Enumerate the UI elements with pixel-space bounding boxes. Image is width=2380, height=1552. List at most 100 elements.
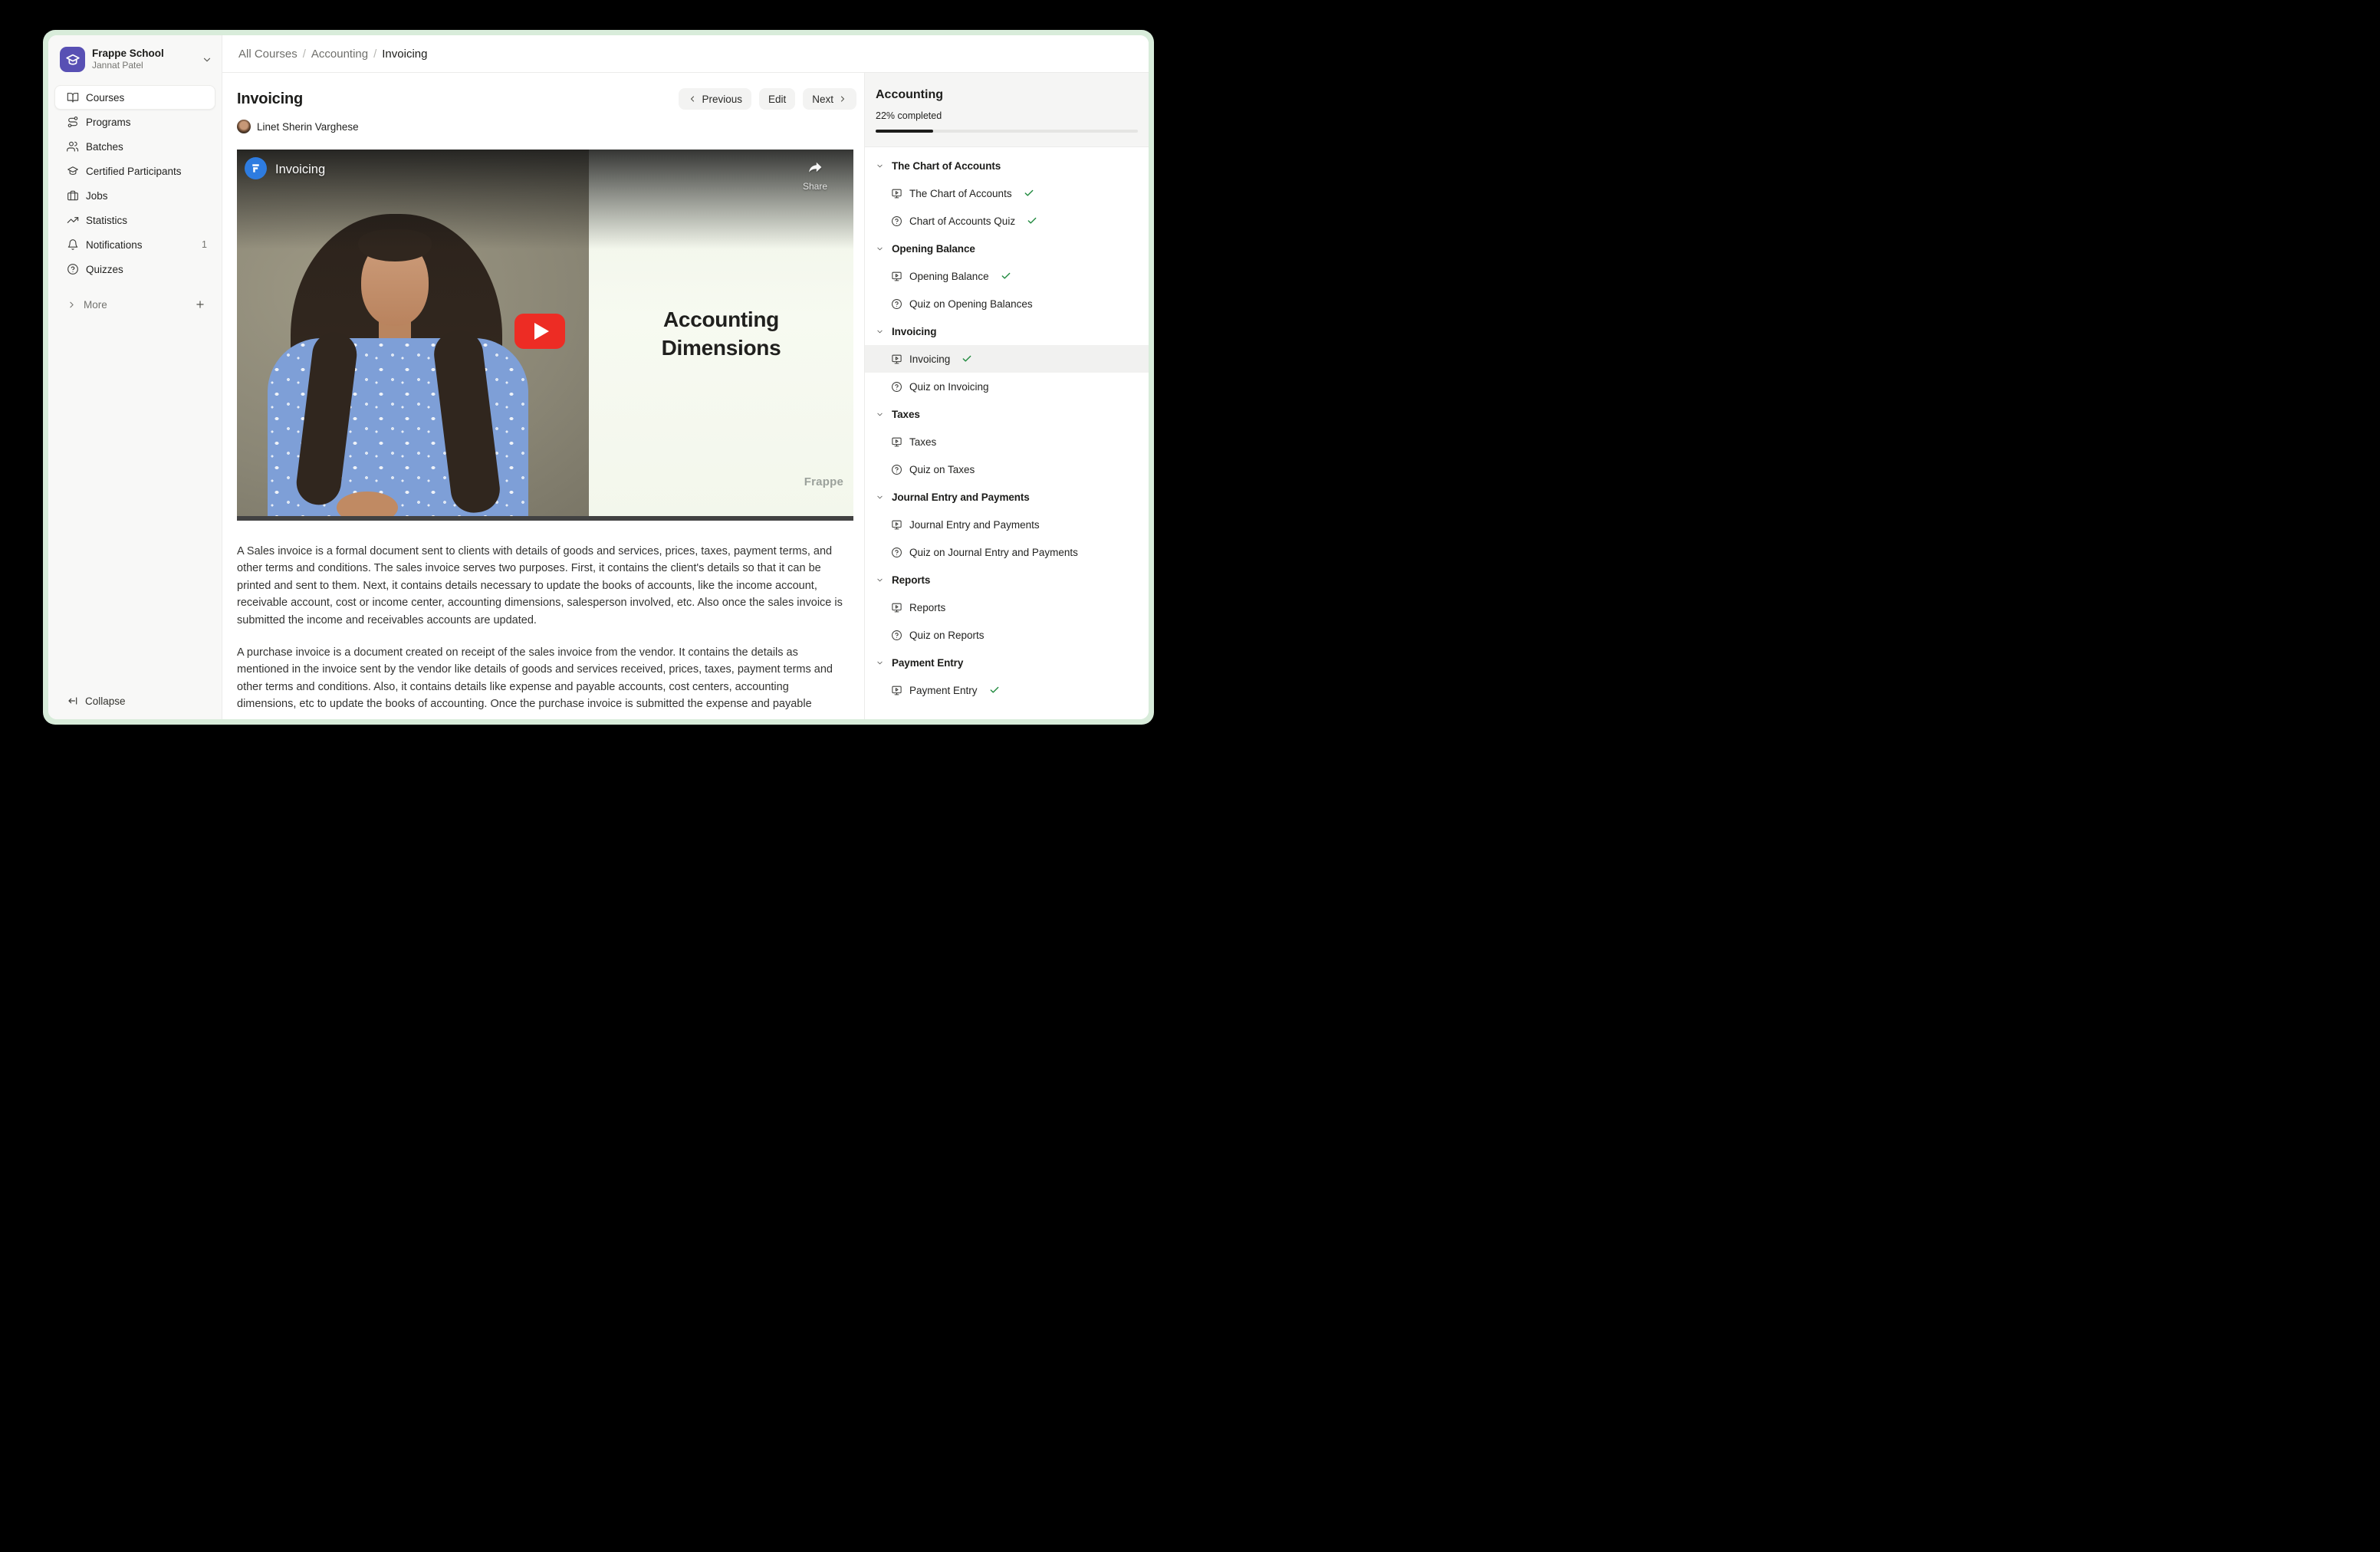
sidebar-item-label: Courses: [86, 92, 124, 104]
users-icon: [67, 140, 79, 153]
lavalier-mic: [415, 346, 419, 354]
next-label: Next: [812, 94, 833, 105]
lesson-opening-balance[interactable]: Opening Balance: [865, 262, 1149, 290]
chapter-opening-balance[interactable]: Opening Balance: [865, 235, 1149, 262]
quiz-quiz-on-taxes[interactable]: Quiz on Taxes: [865, 455, 1149, 483]
video-overlay-title[interactable]: Invoicing: [275, 163, 325, 177]
bell-icon: [67, 238, 79, 251]
quiz-quiz-on-opening-balances[interactable]: Quiz on Opening Balances: [865, 290, 1149, 317]
monitor-play-icon: [891, 271, 902, 282]
content-column: All Courses / Accounting / Invoicing Inv…: [222, 35, 1149, 719]
quiz-quiz-on-invoicing[interactable]: Quiz on Invoicing: [865, 373, 1149, 400]
video-top-gradient: [237, 150, 853, 249]
check-icon: [1001, 271, 1011, 281]
sidebar-item-label: Quizzes: [86, 264, 123, 275]
sidebar-item-more[interactable]: More: [54, 292, 215, 317]
quiz-quiz-on-reports[interactable]: Quiz on Reports: [865, 621, 1149, 649]
author-avatar: [237, 120, 251, 133]
notification-count-badge: 1: [202, 239, 207, 250]
lesson-main: Invoicing Previous Edit: [222, 73, 864, 719]
breadcrumb-separator: /: [373, 48, 376, 61]
lesson-body-text: A Sales invoice is a formal document sen…: [237, 543, 856, 713]
chevron-down-icon: [876, 576, 884, 584]
previous-button[interactable]: Previous: [679, 88, 751, 110]
chapter-taxes[interactable]: Taxes: [865, 400, 1149, 428]
slide-title-line1: Accounting: [589, 305, 853, 334]
chevron-down-icon: [876, 410, 884, 419]
lesson-title: The Chart of Accounts: [909, 188, 1012, 199]
share-button[interactable]: Share: [794, 158, 837, 192]
frappe-watermark: Frappe: [804, 475, 843, 488]
chevron-down-icon: [202, 54, 212, 65]
add-button[interactable]: [192, 297, 208, 312]
sidebar-item-courses[interactable]: Courses: [54, 85, 215, 110]
frappe-school-logo: [60, 47, 85, 72]
video-player[interactable]: Accounting Dimensions Frappe Invoicing: [237, 150, 853, 521]
sidebar-menu: Courses Programs BatchesCertified Particip…: [54, 85, 215, 281]
chapter-title: Journal Entry and Payments: [892, 492, 1030, 503]
lesson-title: Quiz on Opening Balances: [909, 298, 1033, 310]
lesson-reports[interactable]: Reports: [865, 594, 1149, 621]
graduation-cap-icon: [65, 52, 81, 67]
course-outline-list: The Chart of Accounts The Chart of Accoun…: [865, 147, 1149, 719]
chapter-invoicing[interactable]: Invoicing: [865, 317, 1149, 345]
lesson-payment-entry[interactable]: Payment Entry: [865, 676, 1149, 704]
chevron-down-icon: [876, 493, 884, 501]
lesson-invoicing[interactable]: Invoicing: [865, 345, 1149, 373]
lesson-title: Quiz on Taxes: [909, 464, 975, 475]
breadcrumb-current: Invoicing: [382, 48, 427, 61]
check-icon: [1027, 215, 1037, 226]
play-button[interactable]: [514, 314, 565, 349]
school-name: Frappe School: [92, 48, 164, 60]
more-label: More: [84, 299, 107, 311]
chapter-the-chart-of-accounts[interactable]: The Chart of Accounts: [865, 152, 1149, 179]
sidebar-item-certified-participants[interactable]: Certified Participants: [54, 159, 215, 183]
collapse-sidebar-button[interactable]: Collapse: [54, 689, 215, 713]
previous-label: Previous: [702, 94, 742, 105]
lesson-title: Payment Entry: [909, 685, 978, 696]
author-name: Linet Sherin Varghese: [257, 121, 359, 133]
edit-button[interactable]: Edit: [759, 88, 795, 110]
chapter-journal-entry-and-payments[interactable]: Journal Entry and Payments: [865, 483, 1149, 511]
sidebar-item-notifications[interactable]: Notifications 1: [54, 232, 215, 257]
book-open-icon: [67, 91, 79, 104]
lesson-taxes[interactable]: Taxes: [865, 428, 1149, 455]
lesson-title: Invoicing: [909, 353, 950, 365]
channel-avatar[interactable]: [245, 157, 267, 179]
sidebar-item-label: Statistics: [86, 215, 127, 226]
breadcrumb-accounting[interactable]: Accounting: [311, 48, 368, 61]
chapter-title: The Chart of Accounts: [892, 160, 1001, 172]
chapter-title: Invoicing: [892, 326, 936, 337]
lesson-the-chart-of-accounts[interactable]: The Chart of Accounts: [865, 179, 1149, 207]
lesson-title: Quiz on Invoicing: [909, 381, 989, 393]
sidebar-item-jobs[interactable]: Jobs: [54, 183, 215, 208]
chevron-down-icon: [876, 162, 884, 170]
breadcrumb-separator: /: [303, 48, 306, 61]
sidebar-item-quizzes[interactable]: Quizzes: [54, 257, 215, 281]
sidebar-item-batches[interactable]: Batches: [54, 134, 215, 159]
monitor-play-icon: [891, 436, 902, 448]
left-sidebar: Frappe School Jannat Patel Courses Progra…: [48, 35, 222, 719]
chapter-reports[interactable]: Reports: [865, 566, 1149, 594]
monitor-play-icon: [891, 519, 902, 531]
chevron-down-icon: [876, 659, 884, 667]
quiz-quiz-on-journal-entry-and-payments[interactable]: Quiz on Journal Entry and Payments: [865, 538, 1149, 566]
course-title: Accounting: [876, 88, 1138, 102]
video-progress-track[interactable]: [237, 516, 853, 521]
sidebar-item-label: Notifications: [86, 239, 143, 251]
lesson-title: Taxes: [909, 436, 936, 448]
chapter-payment-entry[interactable]: Payment Entry: [865, 649, 1149, 676]
user-name: Jannat Patel: [92, 61, 164, 71]
help-circle-icon: [891, 630, 902, 641]
quiz-chart-of-accounts-quiz[interactable]: Chart of Accounts Quiz: [865, 207, 1149, 235]
sidebar-item-programs[interactable]: Programs: [54, 110, 215, 134]
chevron-right-icon: [67, 300, 77, 310]
sidebar-item-label: Programs: [86, 117, 131, 128]
lesson-journal-entry-and-payments[interactable]: Journal Entry and Payments: [865, 511, 1149, 538]
sidebar-item-statistics[interactable]: Statistics: [54, 208, 215, 232]
help-circle-icon: [891, 547, 902, 558]
page-title: Invoicing: [237, 90, 303, 108]
breadcrumb-all-courses[interactable]: All Courses: [238, 48, 298, 61]
school-switcher[interactable]: Frappe School Jannat Patel: [54, 35, 215, 72]
next-button[interactable]: Next: [803, 88, 856, 110]
